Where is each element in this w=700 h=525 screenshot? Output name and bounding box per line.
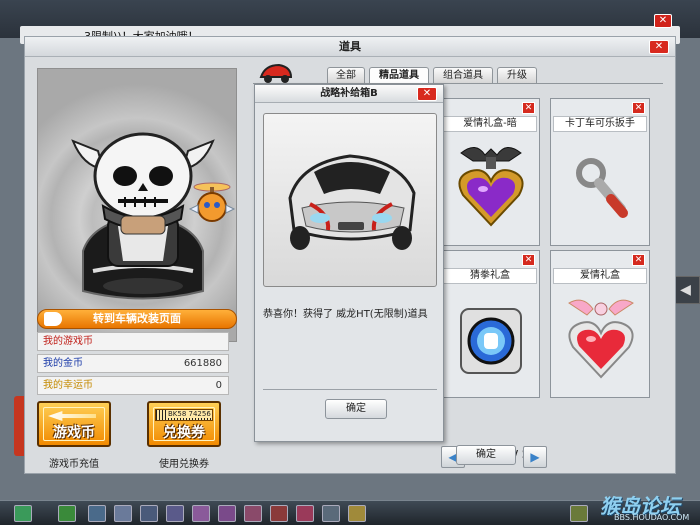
kart-vehicle-image — [288, 154, 416, 250]
pet-mascot-icon — [188, 182, 236, 222]
stat-game-coins: 我的游戏币 — [37, 332, 229, 351]
dialog-close-button[interactable]: ✕ — [649, 40, 669, 54]
winged-heart-icon — [568, 299, 634, 379]
item-card-love-box[interactable]: ✕ 爱情礼盒 — [550, 250, 650, 398]
pointing-hand-icon — [44, 312, 62, 326]
game-coin-caption: 游戏币充值 — [49, 459, 99, 470]
stat-value: 661880 — [183, 358, 222, 369]
reward-image-frame — [263, 113, 437, 287]
left-edge-tab — [14, 396, 24, 456]
taskbar — [0, 500, 700, 525]
chat-icon[interactable] — [322, 505, 340, 522]
go-to-tuning-label: 转到车辆改装页面 — [93, 312, 181, 325]
forum-watermark-url: BBS.HOUDAO.COM — [614, 513, 690, 522]
settings-icon[interactable] — [348, 505, 366, 522]
item-card-rps-box[interactable]: ✕ 猜拳礼盒 — [440, 250, 540, 398]
shop-icon[interactable] — [88, 505, 106, 522]
start-icon[interactable] — [14, 505, 32, 522]
tab-all[interactable]: 全部 — [327, 67, 365, 83]
tool-icon[interactable] — [140, 505, 158, 522]
tab-combo-items[interactable]: 组合道具 — [433, 67, 493, 83]
dialog-title: 道具 — [25, 37, 675, 57]
tab-premium-items[interactable]: 精品道具 — [369, 67, 429, 84]
stat-value: 0 — [215, 380, 222, 391]
stat-label: 我的幸运币 — [43, 380, 93, 391]
gift-icon[interactable] — [244, 505, 262, 522]
popup-confirm-button[interactable]: 确定 — [325, 399, 387, 419]
rank-icon[interactable] — [296, 505, 314, 522]
home-icon[interactable] — [114, 505, 132, 522]
item-name: 爱情礼盒 — [553, 268, 647, 284]
friends-icon[interactable] — [218, 505, 236, 522]
popup-divider — [263, 389, 437, 390]
background-close-button[interactable]: ✕ — [654, 14, 672, 28]
mail-icon[interactable] — [192, 505, 210, 522]
stat-label: 我的游戏币 — [43, 336, 93, 347]
popup-title: 战略补给箱B — [255, 85, 443, 103]
dialog-confirm-button[interactable]: 确定 — [456, 445, 516, 465]
voucher-code: BK58 74256 — [167, 410, 212, 418]
garage-icon[interactable] — [166, 505, 184, 522]
item-name: 猜拳礼盒 — [443, 268, 537, 284]
game-coin-label: 游戏币 — [53, 425, 95, 441]
voucher-caption: 使用兑换券 — [159, 459, 209, 470]
next-page-button[interactable]: ▶ — [523, 446, 547, 468]
dark-heart-pendant-icon — [458, 147, 524, 227]
stat-lucky-coins: 我的幸运币 0 — [37, 376, 229, 395]
item-card-kart-cola-wrench[interactable]: ✕ 卡丁车可乐扳手 — [550, 98, 650, 246]
fist-box-icon — [460, 308, 522, 374]
wrench-icon — [576, 158, 628, 218]
stat-label: 我的金币 — [43, 358, 83, 369]
item-name: 卡丁车可乐扳手 — [553, 116, 647, 132]
voucher-label: 兑换券 — [163, 425, 205, 441]
kart-item-icon — [259, 63, 293, 83]
book-icon[interactable] — [270, 505, 288, 522]
character-preview — [37, 68, 237, 342]
reward-popup: 战略补给箱B ✕ 恭喜你！获得了 威龙HT(无限制)道具 确定 — [254, 84, 444, 442]
use-voucher-button[interactable]: BK58 74256 兑换券 — [147, 401, 221, 447]
back-arrow-icon[interactable] — [58, 505, 76, 522]
stat-gold-coins: 我的金币 661880 — [37, 354, 229, 373]
popup-close-button[interactable]: ✕ — [417, 87, 437, 101]
remove-item-button[interactable]: ✕ — [632, 102, 645, 114]
tab-upgrade[interactable]: 升级 — [497, 67, 537, 83]
item-name: 爱情礼盒-暗 — [443, 116, 537, 132]
game-coin-recharge-button[interactable]: 游戏币 — [37, 401, 111, 447]
notice-icon[interactable] — [570, 505, 588, 522]
go-to-tuning-button[interactable]: 转到车辆改装页面 — [37, 309, 237, 329]
remove-item-button[interactable]: ✕ — [522, 254, 535, 266]
reward-message: 恭喜你！获得了 威龙HT(无限制)道具 — [263, 309, 428, 320]
remove-item-button[interactable]: ✕ — [632, 254, 645, 266]
remove-item-button[interactable]: ✕ — [522, 102, 535, 114]
item-card-love-box-dark[interactable]: ✕ 爱情礼盒-暗 — [440, 98, 540, 246]
